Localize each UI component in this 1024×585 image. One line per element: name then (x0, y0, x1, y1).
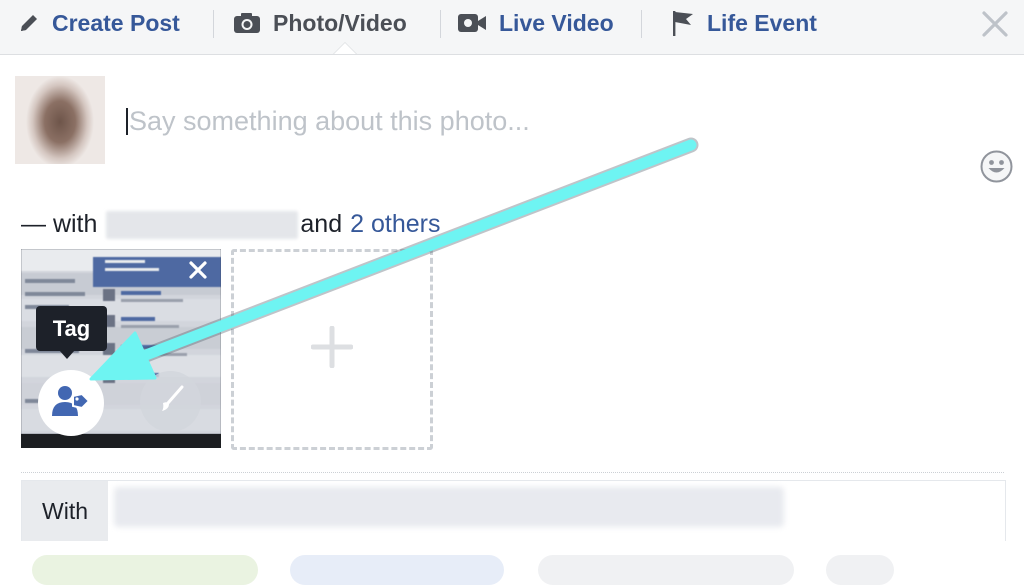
with-label: With (22, 481, 108, 541)
tab-divider (213, 10, 214, 38)
tagged-friend-name[interactable] (106, 210, 299, 239)
tab-create-post[interactable]: Create Post (18, 0, 180, 46)
tab-create-post-label: Create Post (52, 9, 180, 36)
action-pill[interactable] (538, 555, 794, 585)
tab-photo-video[interactable]: Photo/Video (233, 0, 407, 46)
active-tab-caret (334, 43, 356, 54)
smiley-icon[interactable] (980, 150, 1013, 183)
action-pill[interactable] (290, 555, 504, 585)
tab-life-event-label: Life Event (707, 9, 817, 36)
pencil-icon (18, 12, 40, 34)
with-input[interactable] (114, 487, 784, 527)
others-link[interactable]: 2 others (350, 210, 440, 239)
tagged-people-line: — with and 2 others (21, 210, 440, 239)
text-cursor (126, 108, 128, 135)
video-camera-icon (457, 12, 487, 34)
tab-photo-video-label: Photo/Video (273, 9, 407, 36)
tab-life-event[interactable]: Life Event (671, 0, 817, 46)
flag-icon (671, 10, 695, 36)
action-pills-row (0, 550, 1024, 585)
composer-tab-bar: Create Post Photo/Video Live Video Life … (0, 0, 1024, 55)
action-pill[interactable] (32, 555, 258, 585)
tag-person-icon (51, 384, 91, 423)
action-pill[interactable] (826, 555, 894, 585)
tab-divider (440, 10, 441, 38)
tab-divider (641, 10, 642, 38)
tab-live-video-label: Live Video (499, 9, 614, 36)
close-icon[interactable] (981, 10, 1009, 38)
tag-tooltip: Tag (36, 306, 107, 351)
section-divider (21, 472, 1004, 473)
with-connector: and (300, 210, 343, 238)
plus-icon (310, 325, 354, 373)
tooltip-pointer (59, 350, 75, 359)
close-icon[interactable] (187, 259, 209, 281)
post-text-input[interactable]: Say something about this photo... (129, 106, 530, 137)
add-photo-button[interactable] (231, 249, 433, 450)
photo-footer-bar (21, 434, 221, 448)
edit-photo-button[interactable] (140, 371, 201, 432)
with-prefix: — with (21, 210, 98, 238)
tab-live-video[interactable]: Live Video (457, 0, 614, 46)
tag-people-button[interactable] (38, 370, 104, 436)
avatar (15, 76, 105, 164)
camera-icon (233, 12, 261, 34)
paintbrush-icon (156, 384, 186, 419)
with-field: With (21, 480, 1006, 541)
